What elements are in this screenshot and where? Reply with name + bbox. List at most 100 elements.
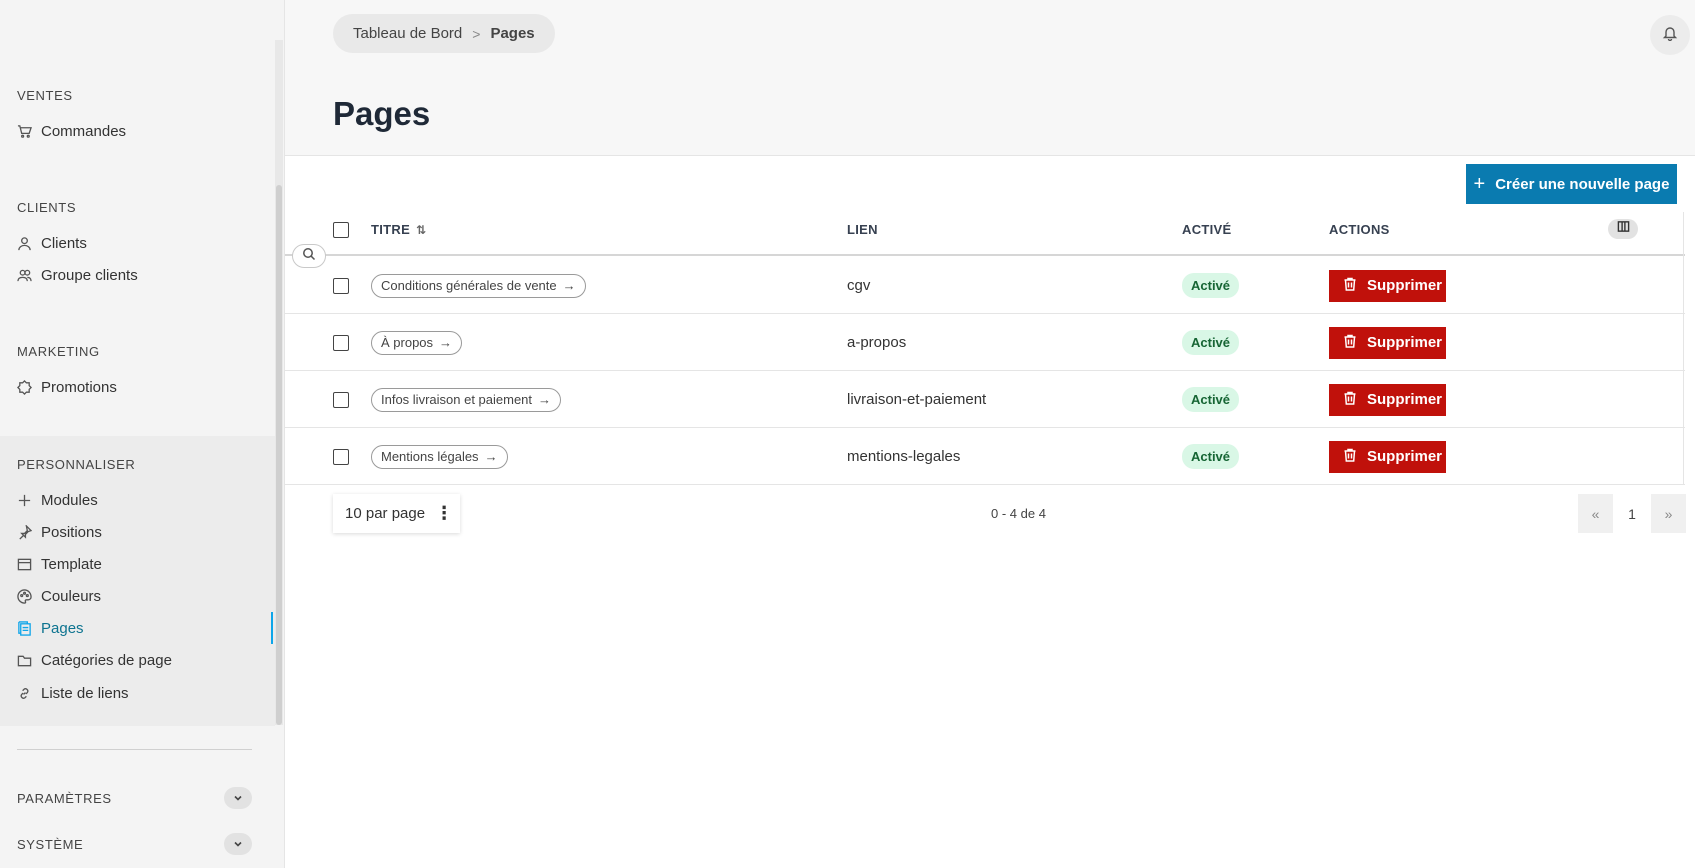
pagination-next-button[interactable]: » — [1651, 494, 1686, 533]
chevron-down-icon[interactable] — [224, 787, 252, 809]
folder-icon — [17, 653, 32, 668]
column-header-active: ACTIVÉ — [1182, 222, 1232, 237]
sidebar-item-label: Couleurs — [41, 587, 102, 605]
pin-icon — [17, 524, 32, 540]
page-title-link[interactable]: Conditions générales de vente → — [371, 273, 586, 298]
badge-icon — [17, 379, 32, 395]
sidebar-divider — [17, 749, 252, 750]
notifications-button[interactable] — [1650, 15, 1690, 55]
sidebar-item-commandes[interactable]: Commandes — [17, 120, 126, 142]
arrow-right-icon: → — [562, 278, 576, 293]
sidebar-item-modules[interactable]: Modules — [17, 489, 98, 511]
column-header-actions: ACTIONS — [1329, 222, 1390, 237]
select-all-checkbox[interactable] — [333, 222, 349, 238]
pagination-range: 0 - 4 de 4 — [991, 506, 1046, 521]
sort-icon[interactable]: ⇅ — [416, 223, 426, 237]
column-visibility-button[interactable] — [1608, 219, 1638, 239]
row-checkbox[interactable] — [333, 448, 349, 465]
collapsible-label: PARAMÈTRES — [17, 790, 112, 806]
page-title-text: Conditions générales de vente — [381, 278, 557, 293]
create-page-button[interactable]: + Créer une nouvelle page — [1466, 164, 1677, 204]
delete-label: Supprimer — [1367, 391, 1443, 408]
bell-icon — [1662, 25, 1678, 46]
page-title-text: Mentions légales — [381, 449, 479, 464]
arrow-right-icon: → — [538, 392, 552, 407]
sidebar-item-couleurs[interactable]: Couleurs — [17, 585, 101, 607]
table-row: Infos livraison et paiement → livraison-e… — [285, 371, 1685, 428]
sidebar-item-clients[interactable]: Clients — [17, 232, 87, 254]
row-checkbox[interactable] — [333, 391, 349, 408]
breadcrumb: Tableau de Bord > Pages — [333, 14, 555, 53]
page-title-link[interactable]: Mentions légales → — [371, 444, 508, 469]
sidebar-item-pages[interactable]: Pages — [17, 617, 84, 639]
column-header-title[interactable]: TITRE ⇅ — [371, 222, 426, 237]
delete-label: Supprimer — [1367, 277, 1443, 294]
arrow-right-icon: → — [439, 335, 453, 350]
sidebar-item-label: Promotions — [41, 378, 117, 396]
trash-icon — [1343, 448, 1357, 466]
sidebar-item-groupe-clients[interactable]: Groupe clients — [17, 264, 138, 286]
page-title-link[interactable]: Infos livraison et paiement → — [371, 387, 562, 412]
users-icon — [17, 268, 32, 283]
per-page-select[interactable]: 10 par page ⋮ — [333, 494, 460, 533]
page-header: Tableau de Bord > Pages Pages — [285, 0, 1695, 156]
chevron-right-icon: > — [472, 25, 481, 42]
status-badge: Activé — [1182, 273, 1240, 298]
table-right-border — [1683, 212, 1684, 484]
sidebar-item-template[interactable]: Template — [17, 553, 102, 575]
plus-icon — [17, 493, 32, 508]
pages-icon — [17, 620, 32, 636]
page-title-text: Infos livraison et paiement — [381, 392, 533, 407]
sidebar-collapsible-systeme[interactable]: SYSTÈME — [17, 833, 252, 855]
sidebar-item-categories-de-page[interactable]: Catégories de page — [17, 649, 172, 671]
per-page-label: 10 par page — [345, 505, 426, 522]
sidebar-item-liste-de-liens[interactable]: Liste de liens — [17, 682, 129, 704]
sidebar-item-label: Catégories de page — [41, 651, 172, 669]
table-row: Conditions générales de vente → cgv Activ… — [285, 257, 1685, 314]
pagination-page-button[interactable]: 1 — [1613, 494, 1651, 533]
sidebar-item-promotions[interactable]: Promotions — [17, 376, 117, 398]
delete-label: Supprimer — [1367, 448, 1443, 465]
page-title-text: À propos — [381, 335, 434, 350]
delete-button[interactable]: Supprimer — [1329, 269, 1446, 302]
sidebar-section-marketing: MARKETING — [17, 344, 100, 359]
sidebar: VENTES Commandes CLIENTS Clients Groupe … — [0, 0, 285, 868]
sidebar-item-label: Positions — [41, 523, 102, 541]
breadcrumb-home[interactable]: Tableau de Bord — [353, 25, 462, 42]
sidebar-collapsible-parametres[interactable]: PARAMÈTRES — [17, 787, 252, 809]
delete-button[interactable]: Supprimer — [1329, 383, 1446, 416]
trash-icon — [1343, 391, 1357, 409]
pagination: « 1 » — [1578, 494, 1686, 533]
page-title: Pages — [333, 95, 431, 132]
status-badge: Activé — [1182, 387, 1240, 412]
sidebar-scrollbar-thumb[interactable] — [276, 185, 282, 725]
breadcrumb-current: Pages — [490, 25, 535, 42]
sidebar-section-ventes: VENTES — [17, 88, 73, 103]
sidebar-item-label: Groupe clients — [41, 266, 138, 284]
cart-icon — [17, 124, 32, 139]
status-badge: Activé — [1182, 330, 1240, 355]
row-checkbox[interactable] — [333, 334, 349, 351]
sidebar-section-clients: CLIENTS — [17, 200, 77, 215]
sidebar-item-label: Clients — [41, 234, 87, 252]
columns-icon — [1617, 220, 1630, 238]
table-row: Mentions légales → mentions-legales Activ… — [285, 428, 1685, 485]
link-icon — [17, 686, 32, 701]
delete-button[interactable]: Supprimer — [1329, 440, 1446, 473]
page-slug: cgv — [847, 277, 871, 294]
pagination-prev-button[interactable]: « — [1578, 494, 1613, 533]
page-slug: livraison-et-paiement — [847, 391, 987, 408]
page-slug: a-propos — [847, 334, 907, 351]
column-header-link: LIEN — [847, 222, 878, 237]
table-header: TITRE ⇅ LIEN ACTIVÉ ACTIONS — [285, 212, 1685, 256]
page-title-link[interactable]: À propos → — [371, 330, 463, 355]
row-checkbox[interactable] — [333, 277, 349, 294]
delete-button[interactable]: Supprimer — [1329, 326, 1446, 359]
plus-icon: + — [1473, 173, 1486, 195]
sidebar-item-label: Liste de liens — [41, 684, 129, 702]
arrow-right-icon: → — [484, 449, 498, 464]
sidebar-item-positions[interactable]: Positions — [17, 521, 102, 543]
table-row: À propos → a-propos Activé Supprimer — [285, 314, 1685, 371]
layout-icon — [17, 557, 32, 572]
chevron-down-icon[interactable] — [224, 833, 252, 855]
